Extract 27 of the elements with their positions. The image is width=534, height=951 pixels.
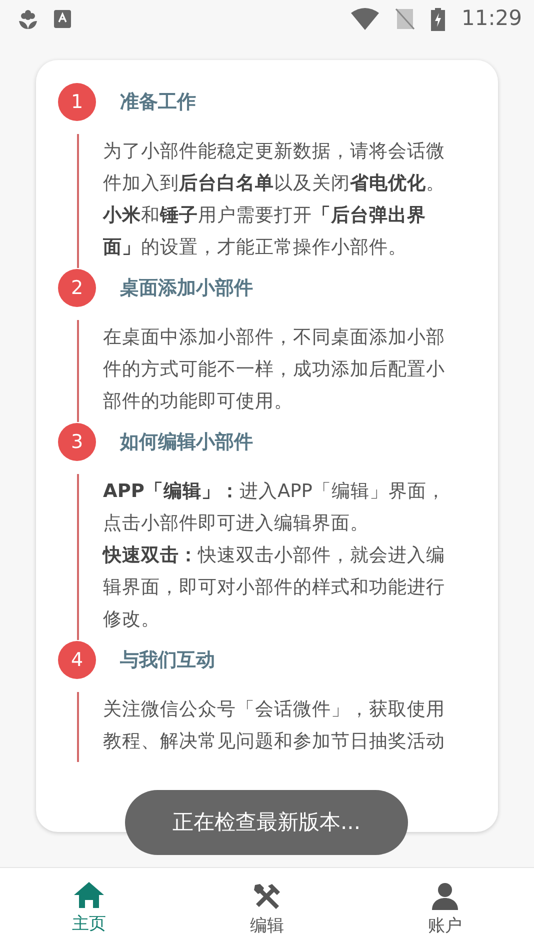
battery-charging-icon [431,8,446,30]
nav-tab[interactable]: 账户 [356,868,534,951]
step-text: 快速双击：快速双击小部件，就会进入编辑界面，即可对小部件的样式和功能进行修改。 [103,544,446,632]
step-number: 3 [58,423,96,461]
flower-icon [18,8,38,30]
step-text: APP「编辑」：进入APP「编辑」界面，点击小部件即可进入编辑界面。 [103,480,446,536]
step-text: 为了小部件能稳定更新数据，请将会话微件加入到后台白名单以及关闭省电优化。 [103,140,446,196]
step-title: 与我们互动 [120,648,215,673]
step-number: 2 [58,269,96,307]
person-icon [431,882,459,910]
toast-message: 正在检查最新版本... [125,790,408,855]
home-icon [74,882,104,908]
no-sim-icon [395,8,416,30]
clock-time: 11:29 [461,5,522,32]
step-title: 如何编辑小部件 [120,430,253,455]
nav-tab[interactable]: 主页 [0,868,178,951]
step-title: 桌面添加小部件 [120,276,253,301]
step-number: 4 [58,641,96,679]
wifi-icon [351,8,380,30]
tools-icon [252,882,282,910]
step-number: 1 [58,83,96,121]
step-text: 在桌面中添加小部件，不同桌面添加小部件的方式可能不一样，成功添加后配置小部件的功能即可使用。 [103,326,446,414]
nav-tab[interactable]: 编辑 [178,868,356,951]
step-title: 准备工作 [120,90,196,115]
step-text: 关注微信公众号「会话微件」，获取使用教程、解决常见问题和参加节日抽奖活动 [103,698,446,754]
step-text: 小米和锤子用户需要打开「后台弹出界面」的设置，才能正常操作小部件。 [103,204,427,260]
keyboard-icon [54,10,71,28]
